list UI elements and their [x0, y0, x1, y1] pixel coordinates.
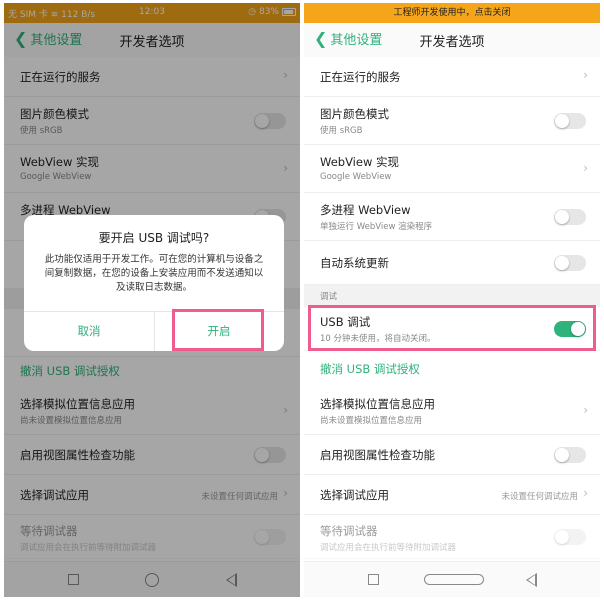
- toggle-knob: [555, 210, 569, 224]
- engineer-mode-banner[interactable]: 工程师开发使用中，点击关闭: [304, 3, 600, 23]
- row-debug-app[interactable]: 选择调试应用 未设置任何调试应用 ›: [304, 475, 600, 515]
- usb-debug-toggle[interactable]: [554, 321, 586, 337]
- row-subtitle: Google WebView: [320, 172, 392, 182]
- image-color-toggle[interactable]: [554, 113, 586, 129]
- wait-debugger-toggle: [554, 529, 586, 545]
- revoke-usb-link[interactable]: 撤消 USB 调试授权: [320, 361, 420, 377]
- row-multiprocess[interactable]: 多进程 WebView 单独运行 WebView 渲染程序: [304, 193, 600, 241]
- row-running-services[interactable]: 正在运行的服务 ›: [304, 57, 600, 97]
- home-icon[interactable]: [424, 574, 484, 585]
- row-webview[interactable]: WebView 实现 Google WebView ›: [304, 145, 600, 193]
- row-auto-update[interactable]: 自动系统更新: [304, 241, 600, 285]
- recents-icon[interactable]: [368, 574, 379, 585]
- row-subtitle: 尚未设置模拟位置信息应用: [320, 416, 423, 426]
- left-phone-screen: 无 SIM 卡 ≋ 112 B/s 12:03 ◷ 83% ❮ 其他设置 开发者…: [4, 3, 300, 597]
- row-mock-location[interactable]: 选择模拟位置信息应用 尚未设置模拟位置信息应用 ›: [304, 387, 600, 435]
- row-title: WebView 实现: [320, 155, 400, 169]
- toggle-knob: [571, 322, 585, 336]
- cancel-button[interactable]: 取消: [24, 311, 154, 351]
- usb-debug-dialog: 要开启 USB 调试吗? 此功能仅适用于开发工作。可在您的计算机与设备之间复制数…: [24, 215, 284, 351]
- row-usb-debug[interactable]: USB 调试 10 分钟未使用，将自动关闭。: [304, 307, 600, 351]
- right-phone-screen: 工程师开发使用中，点击关闭 ❮ 其他设置 开发者选项 正在运行的服务 › 图片颜…: [304, 3, 600, 597]
- toggle-knob: [555, 256, 569, 270]
- row-title: 正在运行的服务: [320, 70, 401, 84]
- toggle-knob: [555, 530, 569, 544]
- view-attr-toggle[interactable]: [554, 447, 586, 463]
- section-label-debug: 调试: [320, 292, 338, 302]
- dialog-title: 要开启 USB 调试吗?: [98, 231, 210, 245]
- enable-button[interactable]: 开启: [154, 311, 284, 351]
- row-title: 选择模拟位置信息应用: [320, 397, 435, 411]
- chevron-right-icon: ›: [583, 161, 588, 175]
- chevron-right-icon: ›: [583, 403, 588, 417]
- chevron-right-icon: ›: [583, 68, 588, 82]
- system-nav-bar: [304, 561, 600, 597]
- toggle-knob: [555, 114, 569, 128]
- row-wait-debugger: 等待调试器 调试应用会在执行前等待附加调试器: [304, 515, 600, 559]
- settings-list: 正在运行的服务 › 图片颜色模式 使用 sRGB WebView 实现 Goog…: [304, 57, 600, 561]
- dialog-message: 此功能仅适用于开发工作。可在您的计算机与设备之间复制数据，在您的设备上安装应用而…: [44, 254, 264, 293]
- back-icon[interactable]: [526, 573, 537, 587]
- title-bar: ❮ 其他设置 开发者选项: [304, 23, 600, 57]
- row-view-attr[interactable]: 启用视图属性检查功能: [304, 435, 600, 475]
- section-header: [304, 285, 600, 307]
- chevron-right-icon: ›: [583, 486, 588, 500]
- page-title: 开发者选项: [419, 35, 485, 50]
- multiprocess-toggle[interactable]: [554, 209, 586, 225]
- auto-update-toggle[interactable]: [554, 255, 586, 271]
- row-image-color-mode[interactable]: 图片颜色模式 使用 sRGB: [304, 97, 600, 145]
- row-value: 未设置任何调试应用: [501, 492, 578, 502]
- toggle-knob: [555, 448, 569, 462]
